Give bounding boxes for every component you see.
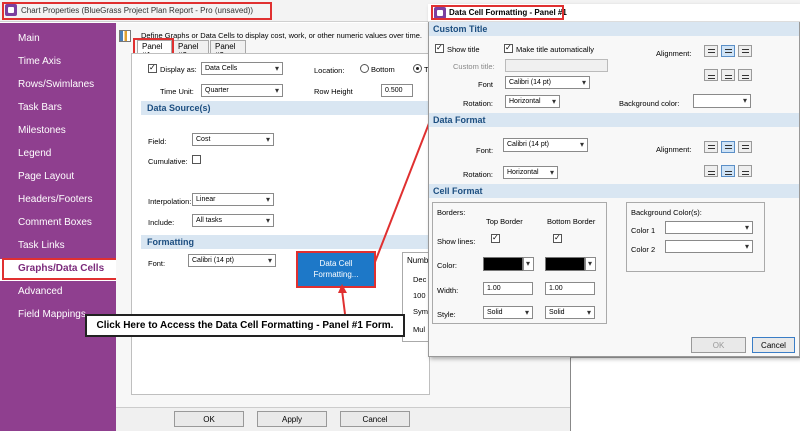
bottom-border-show-checkbox[interactable] xyxy=(553,233,562,243)
style-label: Style: xyxy=(437,310,456,319)
title-rotation-dropdown[interactable]: Horizontal xyxy=(505,95,560,108)
bottom-border-color-swatch[interactable] xyxy=(545,257,585,271)
bg-colors-label: Background Color(s): xyxy=(631,208,702,217)
make-title-auto-label: Make title automatically xyxy=(516,45,594,54)
df-align-bottom-left-icon[interactable] xyxy=(704,165,718,177)
dialog-cancel-button[interactable]: Cancel xyxy=(752,337,795,353)
width-label: Width: xyxy=(437,286,459,295)
color2-dropdown[interactable] xyxy=(665,240,753,253)
top-border-label: Top Border xyxy=(486,217,523,226)
show-lines-label: Show lines: xyxy=(437,237,476,246)
df-rotation-dropdown[interactable]: Horizontal xyxy=(503,166,558,179)
df-align-bottom-right-icon[interactable] xyxy=(738,165,752,177)
bg-color-dropdown[interactable] xyxy=(693,94,751,108)
title-font-label: Font xyxy=(478,80,494,89)
title-font-dropdown[interactable]: Calibri (14 pt) xyxy=(505,76,590,89)
show-title-label: Show title xyxy=(447,45,480,54)
df-align-top-right-icon[interactable] xyxy=(738,141,752,153)
align-top-center-icon[interactable] xyxy=(721,45,735,57)
top-border-color-dropdown[interactable] xyxy=(523,257,534,271)
ok-button[interactable]: OK xyxy=(174,411,244,427)
align-top-left-icon[interactable] xyxy=(704,45,718,57)
top-border-show-checkbox[interactable] xyxy=(491,233,500,243)
data-format-header: Data Format xyxy=(429,113,799,127)
show-title-checkbox[interactable] xyxy=(435,43,444,53)
df-align-top-center-icon[interactable] xyxy=(721,141,735,153)
top-border-style-dropdown[interactable]: Solid xyxy=(483,306,533,319)
custom-title-label: Custom title: xyxy=(453,62,495,71)
make-title-auto-checkbox[interactable] xyxy=(504,43,513,53)
borders-label: Borders: xyxy=(437,208,466,217)
align-bottom-right-icon[interactable] xyxy=(738,69,752,81)
bottom-border-width-spinner[interactable]: 1.00 xyxy=(545,282,595,295)
bottom-border-style-dropdown[interactable]: Solid xyxy=(545,306,595,319)
top-border-width-spinner[interactable]: 1.00 xyxy=(483,282,533,295)
color1-dropdown[interactable] xyxy=(665,221,753,234)
bottom-border-label: Bottom Border xyxy=(547,217,596,226)
color-label: Color: xyxy=(437,261,458,270)
align-bottom-center-icon[interactable] xyxy=(721,69,735,81)
align-bottom-left-icon[interactable] xyxy=(704,69,718,81)
df-font-dropdown[interactable]: Calibri (14 pt) xyxy=(503,138,588,152)
bottom-border-color-dropdown[interactable] xyxy=(585,257,596,271)
top-border-color-swatch[interactable] xyxy=(483,257,523,271)
color1-label: Color 1 xyxy=(631,226,656,235)
cancel-button[interactable]: Cancel xyxy=(340,411,410,427)
apply-button[interactable]: Apply xyxy=(257,411,327,427)
dialog-ok-button[interactable]: OK xyxy=(691,337,746,353)
title-rotation-label: Rotation: xyxy=(463,99,494,108)
align-top-right-icon[interactable] xyxy=(738,45,752,57)
color2-label: Color 2 xyxy=(631,245,656,254)
df-align-top-left-icon[interactable] xyxy=(704,141,718,153)
cell-format-header: Cell Format xyxy=(429,184,799,198)
title-alignment-label: Alignment: xyxy=(656,49,692,58)
df-align-bottom-center-icon[interactable] xyxy=(721,165,735,177)
callout-box: Click Here to Access the Data Cell Forma… xyxy=(85,314,405,337)
df-font-label: Font: xyxy=(476,146,494,155)
bg-color-label: Background color: xyxy=(619,99,680,108)
custom-title-input[interactable] xyxy=(505,59,608,72)
background-panel xyxy=(570,357,800,431)
custom-title-header: Custom Title xyxy=(429,22,799,36)
dialog-title-highlight xyxy=(431,5,564,20)
df-rotation-label: Rotation: xyxy=(463,170,494,179)
df-alignment-label: Alignment: xyxy=(656,145,692,154)
